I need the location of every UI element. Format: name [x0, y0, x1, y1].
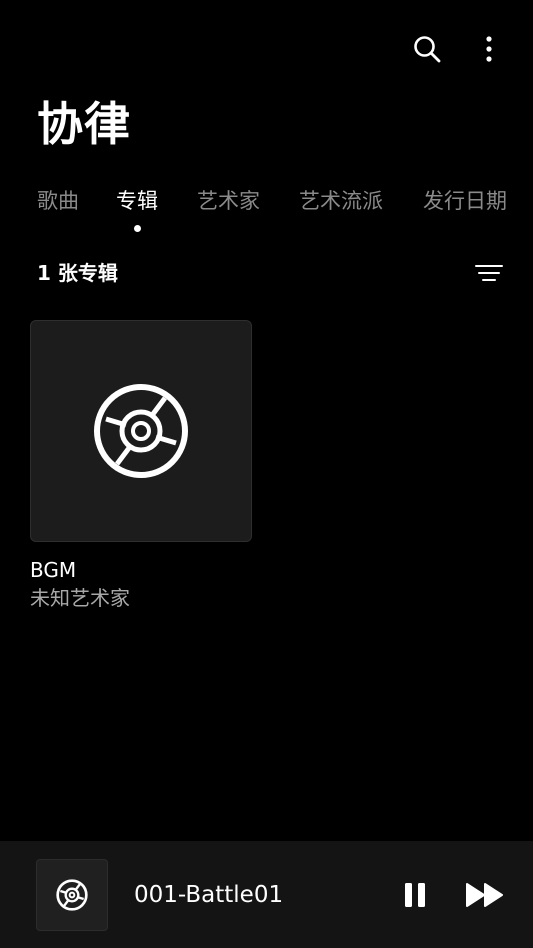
category-tabs: 歌曲 专辑 艺术家 艺术流派 发行日期 — [0, 185, 533, 235]
album-artist: 未知艺术家 — [30, 586, 130, 610]
tab-release-date[interactable]: 发行日期 — [423, 185, 507, 217]
skip-forward-icon — [466, 883, 503, 907]
album-cover — [30, 320, 252, 542]
sort-icon — [475, 265, 503, 281]
disc-icon — [56, 879, 88, 911]
page-title: 协律 — [37, 97, 131, 151]
more-options-button[interactable] — [474, 30, 504, 68]
sort-button[interactable] — [470, 256, 508, 290]
tab-songs[interactable]: 歌曲 — [37, 185, 79, 217]
search-icon — [414, 36, 441, 63]
active-tab-indicator — [134, 225, 141, 232]
skip-forward-button[interactable] — [462, 877, 508, 913]
now-playing-artwork — [36, 859, 108, 931]
pause-button[interactable] — [398, 877, 432, 913]
tab-artists[interactable]: 艺术家 — [197, 185, 260, 217]
tab-albums[interactable]: 专辑 — [116, 185, 158, 217]
disc-icon — [94, 384, 188, 478]
pause-icon — [405, 883, 425, 907]
search-button[interactable] — [408, 30, 446, 68]
more-vertical-icon — [486, 36, 492, 62]
album-title: BGM — [30, 558, 77, 582]
now-playing-title: 001-Battle01 — [134, 882, 284, 908]
album-count: 1 张专辑 — [37, 261, 118, 285]
album-card[interactable]: BGM 未知艺术家 — [30, 320, 252, 612]
tab-genres[interactable]: 艺术流派 — [299, 185, 383, 217]
now-playing-bar[interactable]: 001-Battle01 — [0, 841, 533, 948]
